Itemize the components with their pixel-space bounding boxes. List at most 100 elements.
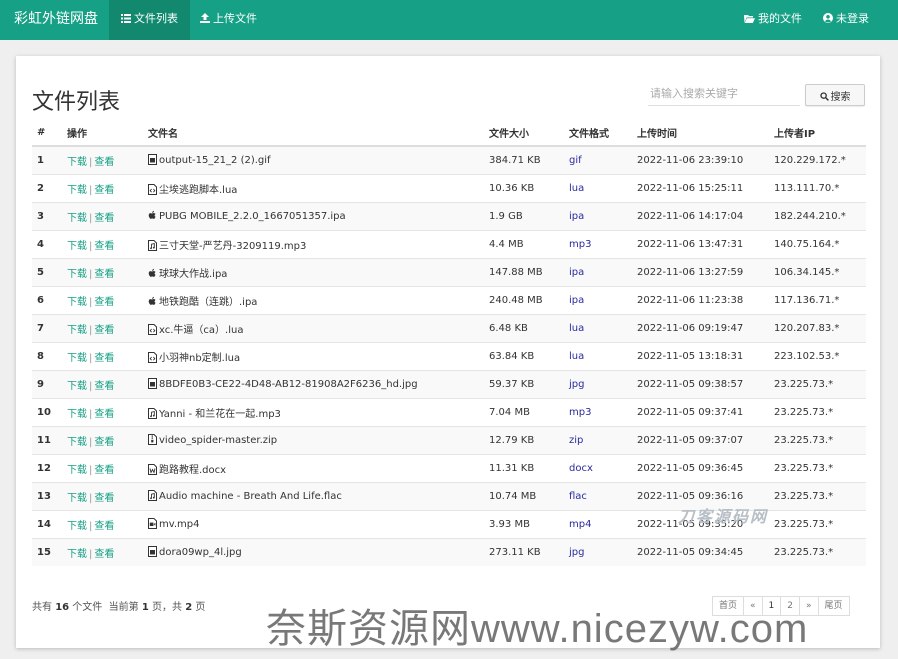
- view-link[interactable]: 查看: [94, 157, 114, 168]
- download-link[interactable]: 下载: [67, 241, 87, 252]
- row-upload-time: 2022-11-06 11:23:38: [632, 285, 769, 314]
- download-link[interactable]: 下载: [67, 185, 87, 196]
- view-link[interactable]: 查看: [94, 493, 114, 504]
- row-uploader-ip: 113.111.70.*: [769, 173, 866, 202]
- code-file-icon: [148, 351, 157, 363]
- view-link[interactable]: 查看: [94, 297, 114, 308]
- format-link[interactable]: ipa: [569, 211, 584, 222]
- download-link[interactable]: 下载: [67, 437, 87, 448]
- format-link[interactable]: zip: [569, 435, 583, 446]
- view-link[interactable]: 查看: [94, 437, 114, 448]
- table-row: 11 下载 | 查看 video_spider-master.zip 12.79 KB zi…: [32, 425, 866, 454]
- row-uploader-ip: 23.225.73.*: [769, 481, 866, 510]
- view-link[interactable]: 查看: [94, 465, 114, 476]
- download-link[interactable]: 下载: [67, 297, 87, 308]
- view-link[interactable]: 查看: [94, 353, 114, 364]
- nav-login[interactable]: 未登录: [811, 0, 881, 40]
- row-actions: 下载 | 查看: [62, 257, 143, 286]
- view-link[interactable]: 查看: [94, 213, 114, 224]
- filename-text: 球球大作战.ipa: [159, 268, 228, 280]
- row-size: 240.48 MB: [484, 285, 564, 314]
- audio-file-icon: [148, 490, 157, 501]
- format-link[interactable]: mp3: [569, 407, 591, 418]
- search-button[interactable]: 搜索: [805, 84, 865, 106]
- format-link[interactable]: jpg: [569, 547, 584, 558]
- pager-current: 1: [141, 602, 149, 613]
- format-link[interactable]: ipa: [569, 295, 584, 306]
- view-link[interactable]: 查看: [94, 549, 114, 560]
- pager-suffix: 页: [195, 602, 206, 613]
- row-actions: 下载 | 查看: [62, 145, 143, 174]
- format-link[interactable]: lua: [569, 351, 584, 362]
- table-row: 8 下载 | 查看 小羽神nb定制.lua 63.84 KB lua 2022-11-05 1…: [32, 341, 866, 370]
- format-link[interactable]: docx: [569, 463, 593, 474]
- filename-text: 跑路教程.docx: [159, 464, 227, 476]
- page-title: 文件列表: [32, 90, 121, 115]
- brand-title[interactable]: 彩虹外链网盘: [14, 0, 98, 40]
- download-link[interactable]: 下载: [67, 157, 87, 168]
- row-size: 147.88 MB: [484, 257, 564, 286]
- row-format: mp3: [564, 229, 632, 258]
- view-link[interactable]: 查看: [94, 325, 114, 336]
- download-link[interactable]: 下载: [67, 409, 87, 420]
- download-link[interactable]: 下载: [67, 269, 87, 280]
- nav-upload[interactable]: 上传文件: [188, 0, 269, 40]
- video-file-icon: [148, 518, 157, 529]
- row-index: 4: [32, 229, 62, 258]
- action-separator: |: [89, 464, 93, 476]
- row-uploader-ip: 120.229.172.*: [769, 145, 866, 174]
- view-link[interactable]: 查看: [94, 241, 114, 252]
- view-link[interactable]: 查看: [94, 521, 114, 532]
- action-separator: |: [89, 548, 93, 560]
- row-size: 10.74 MB: [484, 481, 564, 510]
- row-upload-time: 2022-11-05 09:37:41: [632, 397, 769, 426]
- format-link[interactable]: lua: [569, 183, 584, 194]
- download-link[interactable]: 下载: [67, 465, 87, 476]
- view-link[interactable]: 查看: [94, 381, 114, 392]
- format-link[interactable]: mp4: [569, 519, 591, 530]
- row-index: 8: [32, 341, 62, 370]
- pager-last-button[interactable]: 尾页: [817, 596, 850, 616]
- row-format: ipa: [564, 201, 632, 230]
- download-link[interactable]: 下载: [67, 493, 87, 504]
- row-filename: Audio machine - Breath And Life.flac: [143, 481, 484, 510]
- apple-icon: [148, 296, 157, 307]
- format-link[interactable]: jpg: [569, 379, 584, 390]
- search-input[interactable]: [648, 82, 800, 106]
- download-link[interactable]: 下载: [67, 521, 87, 532]
- filename-text: PUBG MOBILE_2.2.0_1667051357.ipa: [159, 210, 346, 222]
- table-header-row: # 操作 文件名 文件大小 文件格式 上传时间 上传者IP: [32, 120, 866, 147]
- nav-my-files[interactable]: 我的文件: [732, 0, 814, 40]
- image-file-icon: [148, 378, 157, 389]
- format-link[interactable]: mp3: [569, 239, 591, 250]
- row-upload-time: 2022-11-05 09:38:57: [632, 369, 769, 398]
- file-list-panel: 文件列表 搜索 # 操作 文件名 文件大小 文件格式 上传时间 上传者IP 1 下…: [16, 56, 880, 648]
- format-link[interactable]: flac: [569, 491, 587, 502]
- row-size: 59.37 KB: [484, 369, 564, 398]
- action-separator: |: [89, 408, 93, 420]
- view-link[interactable]: 查看: [94, 409, 114, 420]
- download-link[interactable]: 下载: [67, 381, 87, 392]
- format-link[interactable]: ipa: [569, 267, 584, 278]
- image-file-icon: [148, 154, 157, 166]
- format-link[interactable]: gif: [569, 155, 582, 166]
- nav-login-label: 未登录: [836, 12, 869, 25]
- nav-upload-label: 上传文件: [213, 12, 257, 25]
- header-index: #: [32, 120, 62, 147]
- download-link[interactable]: 下载: [67, 213, 87, 224]
- download-link[interactable]: 下载: [67, 325, 87, 336]
- audio-file-icon: [148, 407, 157, 419]
- view-link[interactable]: 查看: [94, 185, 114, 196]
- format-link[interactable]: lua: [569, 323, 584, 334]
- nav-file-list[interactable]: 文件列表: [109, 0, 190, 40]
- row-size: 4.4 MB: [484, 229, 564, 258]
- row-upload-time: 2022-11-06 09:19:47: [632, 313, 769, 342]
- view-link[interactable]: 查看: [94, 269, 114, 280]
- row-format: ipa: [564, 257, 632, 286]
- header-actions: 操作: [62, 120, 143, 147]
- download-link[interactable]: 下载: [67, 549, 87, 560]
- row-index: 12: [32, 453, 62, 482]
- row-actions: 下载 | 查看: [62, 453, 143, 482]
- row-filename: Yanni - 和兰花在一起.mp3: [143, 397, 484, 426]
- download-link[interactable]: 下载: [67, 353, 87, 364]
